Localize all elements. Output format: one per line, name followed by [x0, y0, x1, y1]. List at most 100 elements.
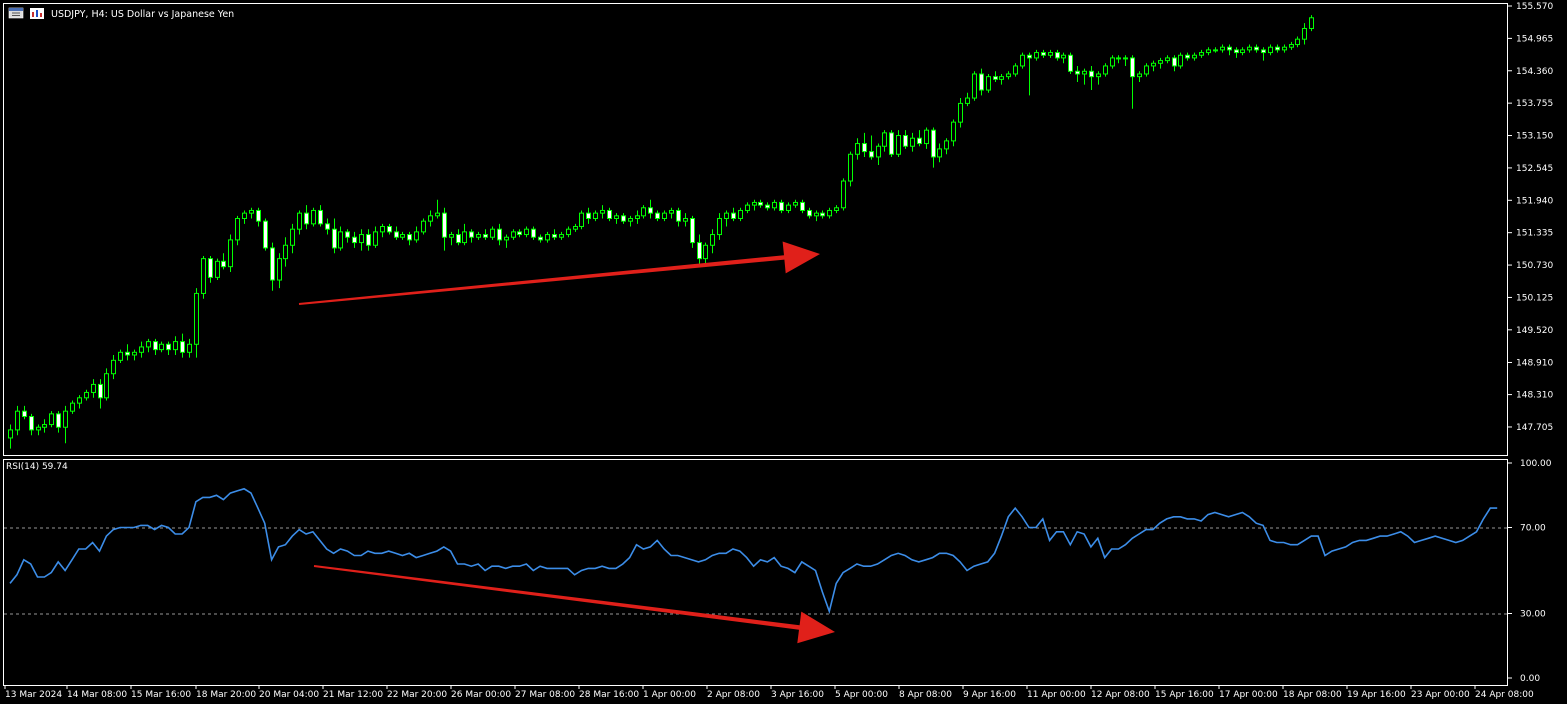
candle — [793, 199, 798, 208]
rsi-tick-label: 100.00 — [1520, 459, 1552, 469]
candle — [1055, 49, 1060, 61]
candle — [490, 226, 495, 240]
time-tick-label: 5 Apr 00:00 — [835, 690, 888, 700]
candle — [462, 223, 467, 246]
candle — [1199, 49, 1204, 58]
candle — [882, 130, 887, 152]
price-tick-label: 147.705 — [1516, 423, 1553, 433]
chart-type-icon — [30, 8, 44, 19]
candle — [683, 213, 688, 227]
annotation-arrows[interactable] — [298, 241, 835, 644]
time-tick-label: 9 Apr 16:00 — [963, 690, 1016, 700]
rsi-trend-arrow[interactable] — [313, 565, 835, 644]
candle — [1289, 41, 1294, 50]
candle — [1110, 55, 1115, 69]
candle — [1151, 60, 1156, 72]
candle — [662, 210, 667, 222]
candle — [1234, 47, 1239, 58]
candle — [834, 205, 839, 214]
candle — [573, 223, 578, 232]
candle — [1158, 57, 1163, 69]
time-tick-label: 14 Mar 08:00 — [67, 690, 127, 700]
candle — [36, 424, 41, 436]
candle — [758, 199, 763, 208]
time-tick-label: 22 Mar 20:00 — [387, 690, 447, 700]
candle — [290, 223, 295, 254]
candle — [517, 229, 522, 238]
candle — [800, 199, 805, 214]
candle — [635, 210, 640, 224]
candle — [552, 229, 557, 240]
candle — [352, 231, 357, 248]
candle — [228, 234, 233, 273]
price-tick-label: 150.125 — [1516, 293, 1553, 303]
candle — [146, 338, 151, 353]
candle — [77, 395, 82, 409]
candle — [270, 242, 275, 291]
candle — [1309, 15, 1314, 32]
candle — [394, 226, 399, 240]
chart-symbol-title: USDJPY, H4: US Dollar vs Japanese Yen — [51, 9, 234, 20]
candle — [84, 389, 89, 401]
candle — [373, 226, 378, 248]
rsi-indicator-title: RSI(14) 59.74 — [6, 462, 68, 472]
candle — [986, 73, 991, 93]
candle — [139, 341, 144, 358]
candle — [621, 213, 626, 224]
chart-canvas[interactable]: 155.570 154.965 154.360 153.755 153.150 152.5… — [0, 0, 1567, 704]
time-tick-label: 2 Apr 08:00 — [707, 690, 760, 700]
candle — [545, 231, 550, 243]
candle — [1006, 71, 1011, 80]
candle — [855, 138, 860, 160]
candle — [476, 231, 481, 240]
candle — [1048, 49, 1053, 58]
candle — [504, 234, 509, 248]
rsi-line — [9, 487, 1498, 615]
candle — [111, 354, 116, 380]
candle — [511, 229, 516, 240]
candle — [70, 400, 75, 414]
candle — [1261, 47, 1266, 61]
candle — [772, 199, 777, 211]
candle — [483, 229, 488, 240]
candle — [1103, 63, 1108, 77]
candle — [703, 242, 708, 264]
candle — [387, 223, 392, 235]
candle — [104, 368, 109, 401]
chart-window[interactable]: 155.570 154.965 154.360 153.755 153.150 152.5… — [0, 0, 1567, 704]
candle — [208, 255, 213, 283]
candle — [538, 234, 543, 243]
candle — [283, 237, 288, 267]
candle — [669, 207, 674, 219]
candle — [524, 226, 529, 238]
candle — [1254, 44, 1259, 53]
price-trend-arrow[interactable] — [298, 241, 820, 306]
candle — [15, 405, 20, 436]
time-tick-label: 8 Apr 08:00 — [899, 690, 952, 700]
rsi-layer — [9, 487, 1498, 615]
candle — [1013, 63, 1018, 77]
candle — [63, 405, 68, 444]
candle — [256, 207, 261, 227]
candle — [1282, 44, 1287, 53]
candle — [999, 73, 1004, 85]
candle — [993, 71, 998, 83]
candle — [428, 210, 433, 227]
candle — [8, 424, 13, 449]
rsi-tick-label: 30.00 — [1520, 610, 1546, 620]
candle — [22, 405, 27, 420]
candle — [841, 178, 846, 211]
price-tick-label: 153.755 — [1516, 99, 1553, 109]
time-tick-label: 1 Apr 00:00 — [643, 690, 696, 700]
candle — [1130, 55, 1135, 109]
candle — [965, 92, 970, 107]
candle — [1144, 63, 1149, 77]
candle — [1247, 44, 1252, 53]
candle — [848, 151, 853, 187]
candle — [910, 132, 915, 152]
candle — [29, 413, 34, 436]
chart-window-icon — [8, 7, 24, 19]
candle — [628, 215, 633, 227]
candle — [304, 205, 309, 230]
rsi-tick-label: 70.00 — [1520, 524, 1546, 534]
